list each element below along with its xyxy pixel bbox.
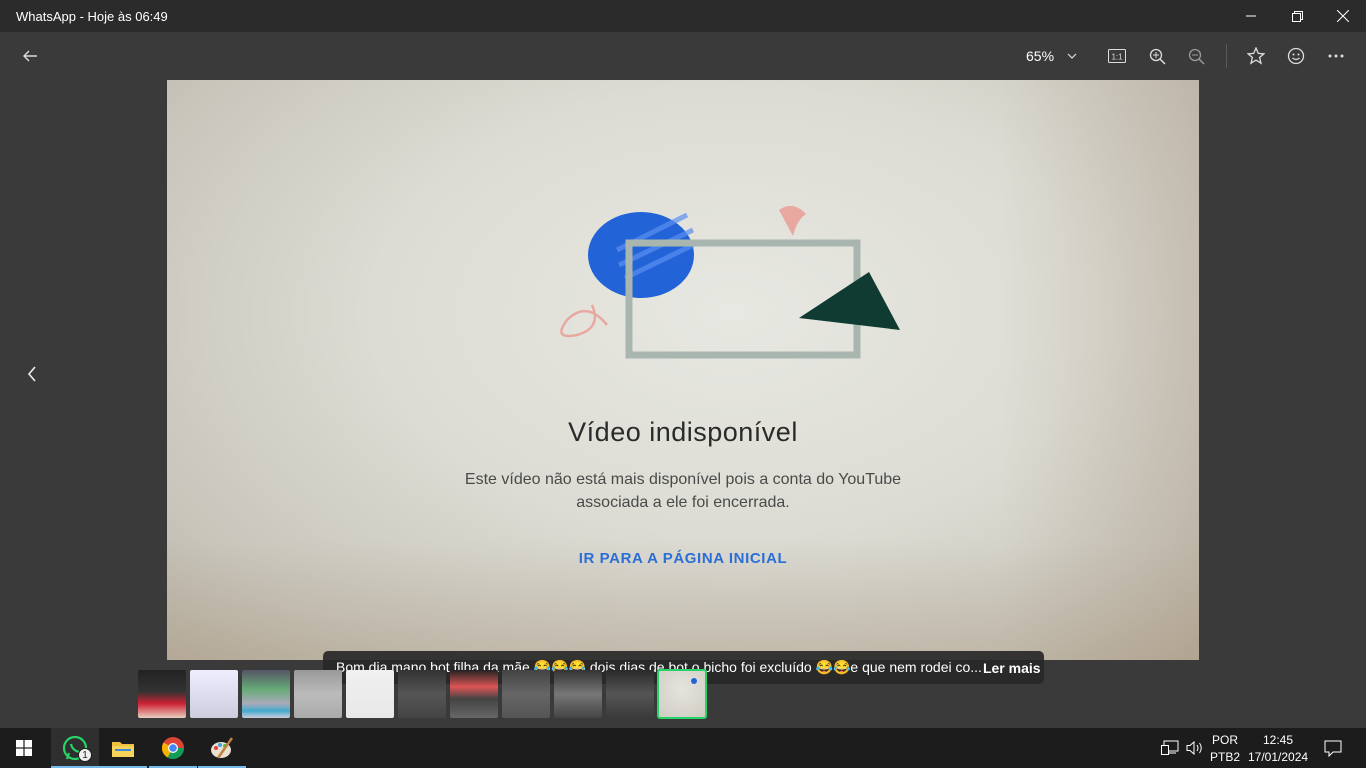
read-more-link[interactable]: Ler mais [983,660,1041,676]
notification-icon [1324,740,1342,758]
chevron-down-icon [1067,53,1077,59]
taskbar: 1 POR PTB2 12:45 17/01/2024 [0,728,1366,768]
chrome-icon [162,737,184,759]
clock[interactable]: 12:45 17/01/2024 [1248,733,1308,764]
window-controls [1228,0,1366,32]
window-title: WhatsApp - Hoje às 06:49 [16,8,168,24]
network-tray-button[interactable] [1161,740,1179,760]
close-icon [1337,10,1349,22]
thumbnail[interactable] [242,670,290,718]
thumbnail[interactable] [398,670,446,718]
zoom-in-icon [1149,48,1166,65]
thumbnail[interactable] [450,670,498,718]
media-filmstrip [138,669,710,719]
thumbnail[interactable] [502,670,550,718]
chevron-left-icon [27,366,36,382]
dark-triangle-shape [799,272,900,330]
actual-size-icon: 1:1 [1108,49,1126,63]
file-explorer-icon [112,742,134,757]
more-options-button[interactable] [1320,40,1352,72]
minimize-icon [1246,15,1256,17]
zoom-out-icon [1188,48,1205,65]
media-photo: Vídeo indisponível Este vídeo não está m… [167,80,1199,660]
previous-media-button[interactable] [20,362,44,386]
actual-size-button[interactable]: 1:1 [1101,40,1133,72]
more-icon [1328,54,1344,58]
thumbnail[interactable] [606,670,654,718]
thumbnail-selected[interactable] [657,669,707,719]
volume-icon [1186,740,1202,756]
thumbnail[interactable] [346,670,394,718]
zoom-in-button[interactable] [1141,40,1173,72]
close-button[interactable] [1320,0,1366,32]
star-icon [1247,47,1265,65]
volume-tray-button[interactable] [1186,740,1204,760]
photo-title-text: Vídeo indisponível [568,417,798,447]
pink-shape [779,205,806,236]
thumbnail[interactable] [138,670,186,718]
thumbnail[interactable] [294,670,342,718]
squiggle-shape [560,304,608,338]
emoji-icon [1287,47,1305,65]
viewer-toolbar: 65% 1:1 [0,32,1366,80]
action-center-button[interactable] [1324,740,1342,761]
photo-link-text: IR PARA A PÁGINA INICIAL [578,550,788,567]
taskbar-whatsapp[interactable]: 1 [51,728,99,768]
thumbnail[interactable] [190,670,238,718]
paint-icon [211,737,234,759]
language-indicator[interactable]: POR PTB2 [1209,733,1241,764]
zoom-level[interactable]: 65% [1026,48,1054,64]
minimize-button[interactable] [1228,0,1274,32]
star-button[interactable] [1240,40,1272,72]
windows-start-icon [16,740,32,756]
taskbar-paint[interactable] [198,728,246,768]
restore-button[interactable] [1274,0,1320,32]
notification-badge: 1 [78,748,92,762]
thumbnail[interactable] [554,670,602,718]
zoom-out-button[interactable] [1180,40,1212,72]
network-icon [1161,740,1179,755]
back-button[interactable] [14,40,46,72]
video-unavailable-illustration [560,205,900,359]
svg-text:1:1: 1:1 [1111,53,1123,62]
media-viewer: Vídeo indisponível Este vídeo não está m… [0,80,1366,684]
start-button[interactable] [0,728,48,768]
back-arrow-icon [23,50,37,62]
zoom-dropdown-button[interactable] [1056,40,1088,72]
photo-description: Este vídeo não está mais disponível pois… [464,471,902,511]
toolbar-separator [1226,44,1227,68]
title-bar: WhatsApp - Hoje às 06:49 [0,0,1366,32]
taskbar-file-explorer[interactable] [99,728,147,768]
react-button[interactable] [1280,40,1312,72]
taskbar-chrome[interactable] [149,728,197,768]
restore-icon [1291,10,1303,22]
